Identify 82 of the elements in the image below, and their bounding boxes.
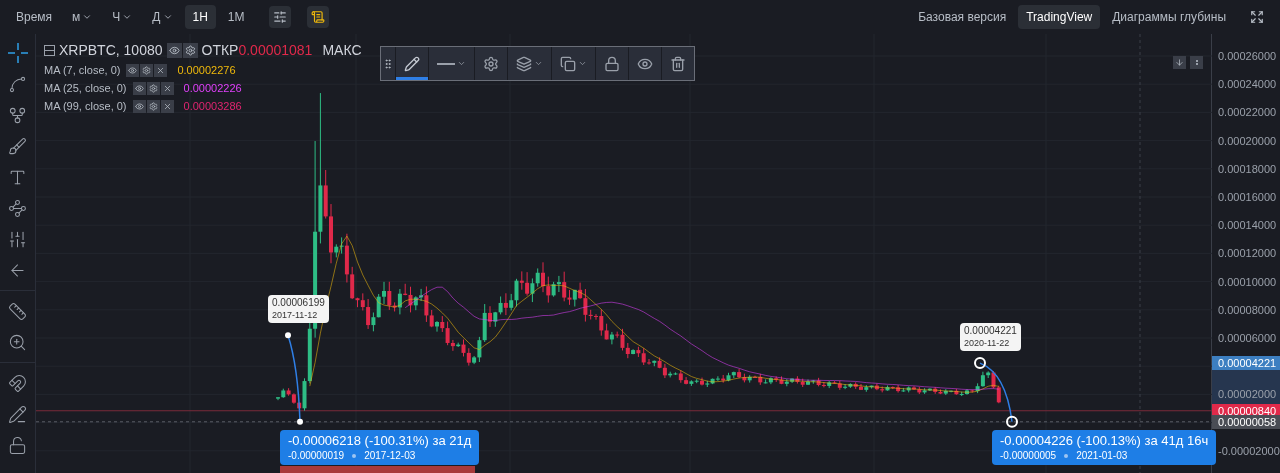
- settings-icon[interactable]: [140, 63, 154, 77]
- view-tab[interactable]: TradingView: [1018, 5, 1101, 29]
- copy-icon: [560, 55, 576, 72]
- view-tab[interactable]: Базовая версия: [910, 5, 1015, 29]
- price-tick: 0.00010000: [1218, 274, 1277, 289]
- eye-icon[interactable]: [126, 63, 140, 77]
- interval-tab[interactable]: 1H: [184, 5, 216, 29]
- open-value: 0.00001081: [238, 41, 313, 60]
- pencil-icon: [404, 55, 420, 72]
- fork-icon: [8, 105, 27, 125]
- indicator-value: 0.00003286: [183, 98, 242, 114]
- interval-tab[interactable]: 1M: [219, 5, 253, 29]
- crosshair-icon: [6, 42, 29, 64]
- point-price: 0.00004221: [964, 325, 1017, 337]
- price-tick: 0.00008000: [1218, 302, 1277, 317]
- price-tick: 0.00002000: [1218, 387, 1277, 402]
- settings-button[interactable]: [268, 6, 291, 28]
- fill-icon: [516, 55, 532, 72]
- line-icon: [437, 62, 455, 65]
- price-tick: 0.00014000: [1218, 218, 1277, 233]
- indicator-name: MA (99, close, 0): [44, 98, 127, 114]
- settings-icon[interactable]: [146, 99, 160, 113]
- more-icon[interactable]: [1190, 56, 1203, 69]
- point-date: 2017-11-12: [272, 309, 319, 321]
- measurement-date: 2017-12-03: [364, 449, 416, 462]
- point-price: 0.00006199: [272, 297, 325, 309]
- interval-tab[interactable]: м: [64, 5, 101, 29]
- interval-tab[interactable]: Ч: [104, 5, 141, 29]
- price-tick: 0.00026000: [1218, 49, 1277, 63]
- max-label: МАКС: [322, 41, 362, 60]
- price-marker: 0.00004221: [1212, 356, 1280, 371]
- ruler-icon: [8, 301, 27, 321]
- interval-tab[interactable]: Д: [144, 5, 181, 29]
- close-icon[interactable]: [154, 63, 168, 77]
- view-tab[interactable]: Диаграммы глубины: [1104, 5, 1234, 29]
- caret-icon: [457, 59, 466, 68]
- eye-icon[interactable]: [132, 81, 146, 95]
- price-tick: 0.00020000: [1218, 133, 1277, 148]
- unlock-icon: [8, 435, 27, 455]
- price-tick: 0.00006000: [1218, 331, 1277, 345]
- indicator-name: MA (25, close, 0): [44, 80, 127, 96]
- settings-icon: [483, 55, 499, 72]
- price-tick: 0.00016000: [1218, 190, 1277, 204]
- time-label: Время: [15, 9, 54, 26]
- arrow-down-icon[interactable]: [1173, 56, 1186, 69]
- settings-icon[interactable]: [182, 43, 198, 58]
- brush-icon: [8, 136, 27, 156]
- measurement-headline: -0.00006218 (-100.31%) за 21д: [288, 433, 472, 449]
- notes-button[interactable]: [306, 6, 329, 28]
- indicator-value: 0.00002276: [177, 62, 236, 78]
- price-marker: 0.00000058: [1212, 414, 1280, 429]
- price-tick: -0.00002000: [1218, 443, 1280, 458]
- measurement-headline: -0.00004226 (-100.13%) за 41д 16ч: [1000, 433, 1209, 449]
- fullscreen-icon: [1250, 10, 1264, 24]
- settings-icon[interactable]: [146, 81, 160, 95]
- toolbar-button[interactable]: [395, 47, 428, 80]
- indicator-name: MA (7, close, 0): [44, 62, 121, 78]
- price-tick: 0.00018000: [1218, 161, 1277, 176]
- caret-icon: [578, 59, 587, 68]
- measurement-date: 2021-01-03: [1076, 449, 1128, 462]
- price-tick: 0.00012000: [1218, 246, 1277, 261]
- indicator-value: 0.00002226: [183, 80, 242, 96]
- eye-icon[interactable]: [166, 43, 182, 58]
- sliders-icon: [272, 10, 287, 24]
- zoom-icon: [8, 332, 27, 352]
- eye-icon[interactable]: [132, 99, 146, 113]
- open-label: ОТКР: [201, 41, 239, 60]
- symbol-title: XRPBTC, 10080: [59, 41, 163, 60]
- price-tick: 0.00024000: [1218, 77, 1277, 92]
- lock-icon: [604, 55, 620, 72]
- measurement-delta: -0.00000019: [288, 449, 345, 462]
- magnet-icon: [8, 373, 27, 393]
- scroll-icon: [310, 10, 325, 24]
- point-date: 2020-11-22: [964, 337, 1011, 349]
- trendline-icon: [8, 74, 27, 94]
- close-icon[interactable]: [160, 81, 174, 95]
- collapse-icon[interactable]: [44, 45, 55, 56]
- price-tick: 0.00022000: [1218, 105, 1277, 120]
- measurement-delta: -0.00000005: [1000, 449, 1057, 462]
- trash-icon: [670, 55, 686, 72]
- caret-icon: [534, 59, 543, 68]
- close-icon[interactable]: [160, 99, 174, 113]
